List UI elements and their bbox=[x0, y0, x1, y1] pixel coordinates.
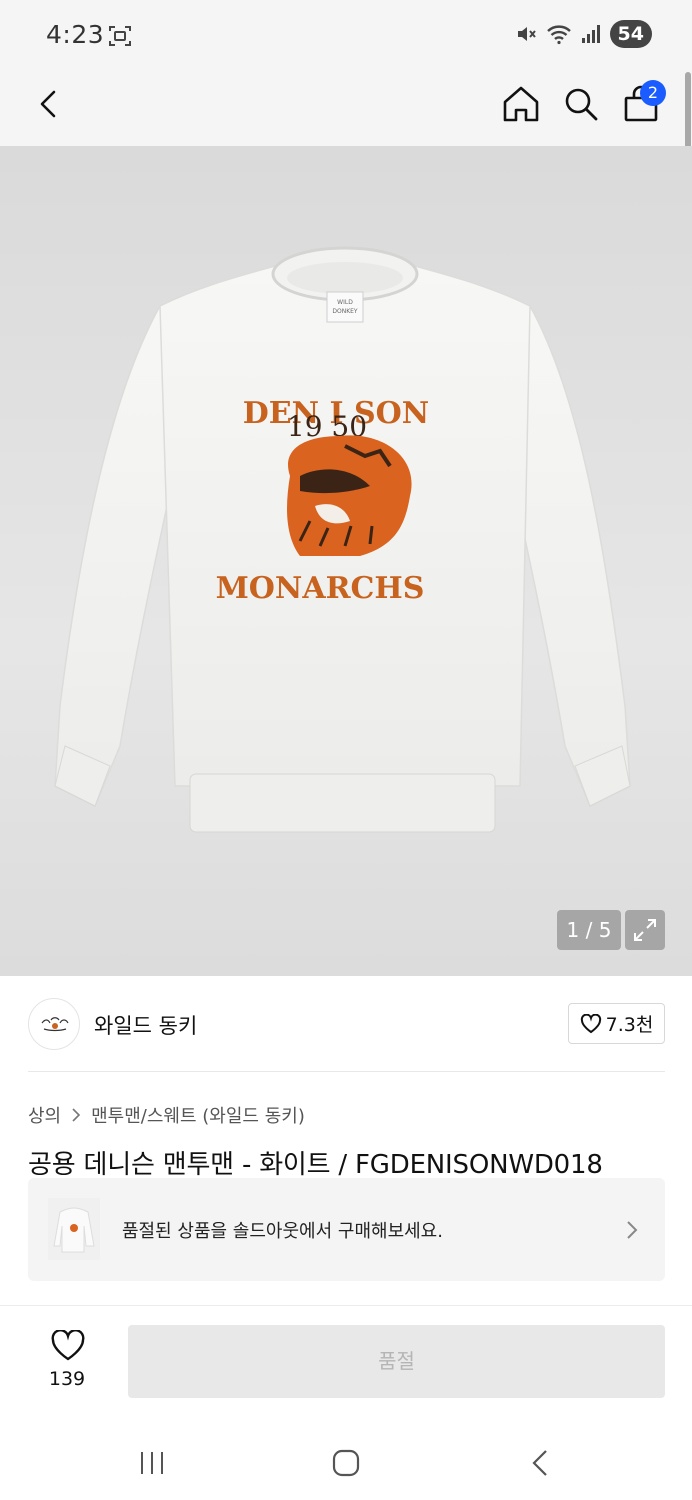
home-nav-icon[interactable] bbox=[331, 1448, 361, 1478]
brand-logo[interactable] bbox=[28, 998, 80, 1050]
top-bar: 2 bbox=[0, 72, 692, 146]
battery-badge: 54 bbox=[609, 20, 652, 48]
expand-icon bbox=[634, 919, 656, 941]
back-nav-icon[interactable] bbox=[528, 1447, 552, 1479]
wishlist-count: 139 bbox=[48, 1368, 86, 1390]
screenshot-icon bbox=[109, 26, 131, 46]
brand-like-button[interactable]: 7.3천 bbox=[568, 1003, 665, 1044]
breadcrumb-subcategory[interactable]: 맨투맨/스웨트 (와일드 동키) bbox=[91, 1102, 305, 1128]
cart-count-badge: 2 bbox=[640, 80, 666, 106]
brand-name[interactable]: 와일드 동키 bbox=[94, 1010, 197, 1040]
back-icon[interactable] bbox=[30, 84, 70, 124]
soldout-thumbnail bbox=[48, 1198, 100, 1260]
mute-icon bbox=[517, 27, 536, 41]
product-image[interactable]: WILD DONKEY DEN I SON 19 50 MONARCHS bbox=[0, 146, 692, 976]
wishlist-heart-icon[interactable] bbox=[50, 1330, 86, 1362]
brand-like-count: 7.3천 bbox=[605, 1014, 654, 1036]
soldout-button[interactable]: 품절 bbox=[128, 1325, 665, 1398]
product-title: 공용 데니슨 맨투맨 - 화이트 / FGDENISONWD018 bbox=[28, 1150, 603, 1180]
status-bar: 4:23 54 bbox=[0, 0, 692, 72]
recent-apps-icon[interactable] bbox=[138, 1450, 166, 1476]
breadcrumb-category[interactable]: 상의 bbox=[28, 1102, 61, 1128]
label-line2: DONKEY bbox=[332, 308, 358, 315]
breadcrumb: 상의 맨투맨/스웨트 (와일드 동키) bbox=[28, 1102, 305, 1128]
image-counter: 1 / 5 bbox=[557, 910, 621, 950]
expand-button[interactable] bbox=[625, 910, 665, 950]
wifi-icon bbox=[546, 25, 571, 45]
brand-logo-icon bbox=[41, 1017, 69, 1032]
search-icon[interactable] bbox=[560, 82, 602, 126]
divider bbox=[28, 1071, 665, 1072]
heart-icon bbox=[580, 1013, 601, 1033]
status-time: 4:23 bbox=[46, 20, 105, 49]
label-line1: WILD bbox=[337, 299, 353, 306]
print-line3: MONARCHS bbox=[216, 571, 425, 606]
sweatshirt-illustration: WILD DONKEY DEN I SON 19 50 MONARCHS bbox=[54, 246, 631, 833]
chevron-right-icon bbox=[627, 1221, 638, 1239]
home-icon[interactable] bbox=[500, 82, 542, 126]
soldout-banner-text: 품절된 상품을 솔드아웃에서 구매해보세요. bbox=[122, 1221, 443, 1242]
signal-icon bbox=[581, 25, 600, 43]
chevron-right-icon bbox=[72, 1108, 81, 1122]
